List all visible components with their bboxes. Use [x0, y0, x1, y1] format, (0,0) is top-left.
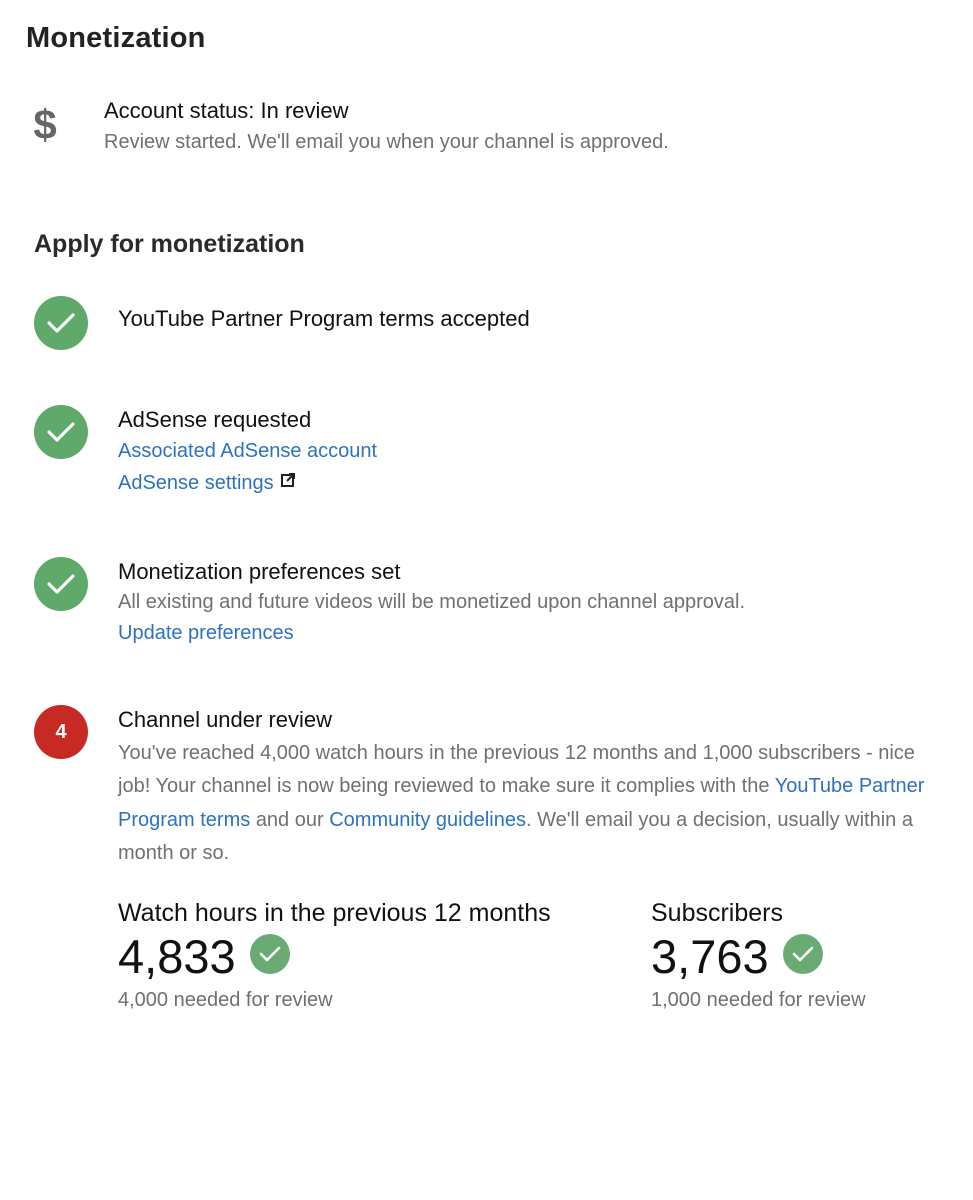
check-icon — [249, 934, 290, 974]
external-link-icon[interactable] — [280, 472, 296, 493]
step-title: AdSense requested — [118, 407, 312, 432]
adsense-settings-link[interactable]: AdSense settings — [118, 467, 274, 499]
check-icon — [34, 557, 88, 611]
watch-hours-label: Watch hours in the previous 12 months — [118, 899, 551, 927]
community-guidelines-link[interactable]: Community guidelines — [329, 809, 526, 831]
step-description: You've reached 4,000 watch hours in the … — [118, 737, 928, 870]
watch-hours-stat: Watch hours in the previous 12 months 4,… — [118, 896, 551, 1014]
adsense-settings-label: AdSense settings — [118, 472, 274, 494]
step-number-badge: 4 — [34, 705, 88, 759]
page-title: Monetization — [26, 22, 206, 54]
watch-hours-note: 4,000 needed for review — [118, 989, 333, 1011]
step-title: Monetization preferences set — [118, 559, 401, 584]
check-icon — [34, 296, 88, 350]
step-description: All existing and future videos will be m… — [118, 591, 746, 613]
check-icon — [34, 405, 88, 459]
step-title: YouTube Partner Program terms accepted — [118, 306, 530, 331]
apply-heading: Apply for monetization — [34, 230, 305, 258]
review-text-part-2: and our — [255, 808, 324, 831]
subscribers-note: 1,000 needed for review — [651, 989, 866, 1011]
subscribers-label: Subscribers — [651, 899, 783, 927]
subscribers-stat: Subscribers 3,763 1,000 needed for revie… — [651, 896, 866, 1014]
dollar-icon: $ — [33, 101, 57, 148]
subscribers-value: 3,763 — [651, 930, 769, 983]
associated-adsense-account-link[interactable]: Associated AdSense account — [118, 435, 377, 467]
step-title: Channel under review — [118, 707, 333, 732]
watch-hours-value: 4,833 — [118, 930, 236, 983]
account-status-title: Account status: In review — [104, 98, 349, 123]
check-icon — [782, 934, 823, 974]
account-status: $ Account status: In review Review start… — [28, 96, 928, 166]
update-preferences-link[interactable]: Update preferences — [118, 617, 294, 649]
account-status-description: Review started. We'll email you when you… — [104, 131, 669, 153]
